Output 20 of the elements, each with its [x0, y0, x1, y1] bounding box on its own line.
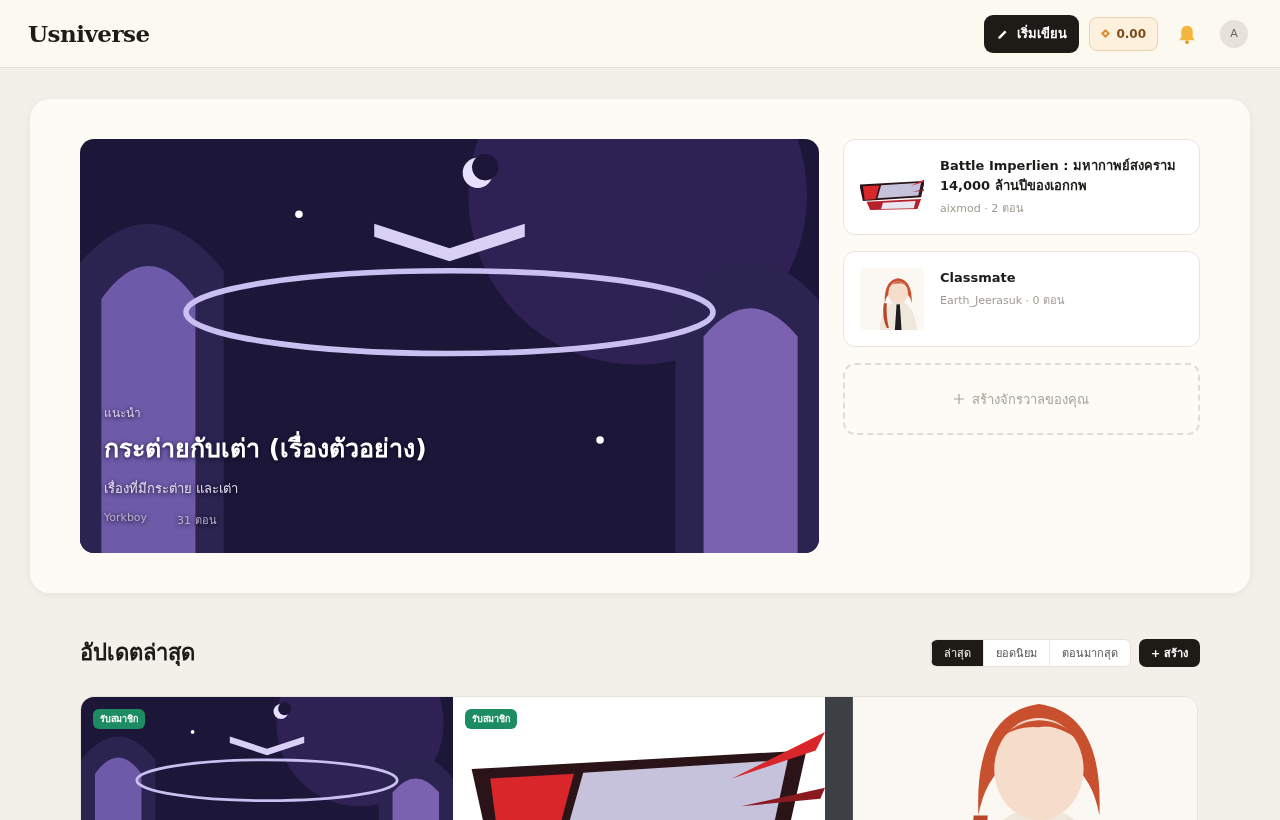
story-meta: Earth_Jeerasuk · 0 ตอน — [940, 293, 1066, 309]
featured-description: เรื่องที่มีกระต่าย และเต่า — [104, 479, 240, 498]
story-card[interactable]: Battle Imperlien : มหากาพย์สงคราม 14,000 ล้านปีของเอกกพ aixmod · 2 ตอน — [843, 139, 1200, 235]
coin-balance-button[interactable]: 0.00 — [1089, 16, 1158, 51]
section-heading: อัปเดตล่าสุด — [80, 639, 195, 668]
subscription-badge: รับสมาชิก — [465, 709, 517, 729]
featured-label: แนะนำ — [104, 405, 142, 422]
story-title: Classmate — [940, 269, 1017, 287]
start-writing-button[interactable]: เริ่มเขียน — [984, 14, 1080, 53]
avatar-button[interactable]: A — [1220, 19, 1248, 48]
create-button[interactable]: + สร้าง — [1138, 638, 1200, 667]
subscription-badge: รับสมาชิก — [93, 709, 145, 729]
story-title: Battle Imperlien : มหากาพย์สงคราม 14,000 ล้านปีของเอกกพ — [940, 157, 1178, 195]
episode-count: 31 ตอน — [177, 513, 217, 529]
site-logo[interactable]: Usniverse — [28, 20, 150, 47]
story-meta: aixmod · 2 ตอน — [940, 201, 1025, 217]
author-name: Yorkboy — [104, 511, 148, 526]
sort-tab[interactable]: ตอนมากสุด — [1048, 639, 1130, 666]
story-card[interactable]: Classmate Earth_Jeerasuk · 0 ตอน — [843, 251, 1200, 347]
sort-tab[interactable]: ล่าสุด — [930, 639, 983, 666]
